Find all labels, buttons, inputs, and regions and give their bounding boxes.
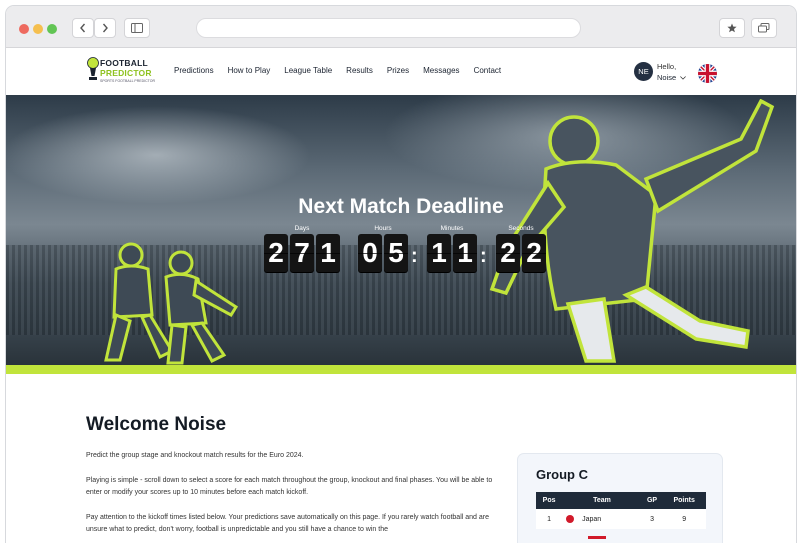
site-logo[interactable]: FOOTBALL PREDICTOR SPORTS FOOTBALL PREDI…	[86, 56, 156, 88]
nav-results[interactable]: Results	[346, 66, 373, 75]
countdown-seconds: Seconds 2 2	[493, 225, 549, 272]
browser-window: FOOTBALL PREDICTOR SPORTS FOOTBALL PREDI…	[6, 6, 796, 543]
japan-flag-icon	[566, 515, 575, 523]
minutes-digit: 1	[453, 234, 477, 272]
countdown-timer: Days 2 7 1 Hours 0 5 : Minutes 1 1: Sec…	[261, 225, 551, 277]
minutes-label: Minutes	[440, 225, 464, 232]
site-header: FOOTBALL PREDICTOR SPORTS FOOTBALL PREDI…	[6, 48, 796, 96]
maximize-window-button[interactable]	[47, 24, 57, 34]
user-menu[interactable]: NE Hello, Noise	[634, 60, 694, 84]
group-title: Group C	[536, 467, 588, 482]
group-table: Pos Team GP Points 1 Japan 3 9	[536, 492, 706, 529]
logo-line-2: PREDICTOR	[100, 68, 152, 78]
countdown-minutes: Minutes 1 1	[424, 225, 480, 272]
seconds-label: Seconds	[508, 225, 534, 232]
countdown-days: Days 2 7 1	[261, 225, 343, 272]
days-digit: 1	[316, 234, 340, 272]
days-label: Days	[294, 225, 310, 232]
countdown-separator: :	[411, 245, 418, 267]
minutes-digit: 1	[427, 234, 451, 272]
countdown-separator: :	[480, 245, 487, 267]
hero-banner: Next Match Deadline Days 2 7 1 Hours 0 5…	[6, 95, 796, 365]
nav-how-to-play[interactable]: How to Play	[228, 66, 271, 75]
nav-prizes[interactable]: Prizes	[387, 66, 409, 75]
user-greeting: Hello,	[657, 62, 677, 71]
col-points: Points	[662, 492, 706, 509]
col-pos: Pos	[536, 492, 563, 509]
hours-digit: 0	[358, 234, 382, 272]
sidebar-icon	[131, 23, 143, 33]
chevron-down-icon	[680, 76, 687, 80]
main-nav: Predictions How to Play League Table Res…	[174, 66, 515, 75]
chevron-right-icon	[102, 23, 108, 33]
close-window-button[interactable]	[19, 24, 29, 34]
row-team-name: Japan	[582, 515, 602, 523]
sidebar-toggle-button[interactable]	[124, 18, 150, 38]
browser-toolbar	[6, 6, 796, 48]
players-left-image	[104, 242, 239, 365]
intro-paragraph: Predict the group stage and knockout mat…	[86, 452, 304, 459]
next-team-flag-icon	[588, 536, 606, 539]
user-name-label: Noise	[657, 73, 677, 82]
countdown-hours: Hours 0 5	[355, 225, 411, 272]
tabs-icon	[758, 23, 770, 33]
row-gp: 3	[641, 509, 663, 529]
kickoff-paragraph: Pay attention to the kickoff times liste…	[86, 514, 489, 533]
minimize-window-button[interactable]	[33, 24, 43, 34]
rules-paragraph: Playing is simple - scroll down to selec…	[86, 477, 493, 496]
hero-accent-bar	[6, 365, 796, 374]
bookmark-button[interactable]	[719, 18, 745, 38]
logo-tagline: SPORTS FOOTBALL PREDICTOR	[100, 79, 155, 83]
row-points: 9	[662, 509, 706, 529]
table-row: 1 Japan 3 9	[536, 509, 706, 529]
main-content: Welcome Noise Predict the group stage an…	[6, 374, 796, 543]
days-digit: 7	[290, 234, 314, 272]
tabs-overview-button[interactable]	[751, 18, 777, 38]
welcome-heading: Welcome Noise	[86, 414, 227, 435]
nav-league-table[interactable]: League Table	[284, 66, 332, 75]
chevron-left-icon	[80, 23, 86, 33]
user-name: Noise	[657, 73, 687, 82]
trophy-icon	[87, 57, 99, 80]
avatar: NE	[634, 62, 653, 81]
seconds-digit: 2	[522, 234, 546, 272]
days-digit: 2	[264, 234, 288, 272]
nav-contact[interactable]: Contact	[474, 66, 502, 75]
hours-digit: 5	[384, 234, 408, 272]
deadline-title: Next Match Deadline	[298, 195, 504, 218]
row-team: Japan	[562, 509, 642, 529]
row-pos: 1	[536, 509, 563, 529]
seconds-digit: 2	[496, 234, 520, 272]
nav-predictions[interactable]: Predictions	[174, 66, 214, 75]
uk-flag-icon[interactable]	[698, 64, 717, 83]
logo-line-1: FOOTBALL	[100, 58, 148, 68]
address-bar[interactable]	[196, 18, 581, 38]
back-button[interactable]	[72, 18, 94, 38]
forward-button[interactable]	[94, 18, 116, 38]
nav-messages[interactable]: Messages	[423, 66, 459, 75]
table-header-row: Pos Team GP Points	[536, 492, 706, 509]
star-icon	[727, 23, 737, 33]
col-team: Team	[562, 492, 642, 509]
col-gp: GP	[641, 492, 663, 509]
hours-label: Hours	[374, 225, 392, 232]
group-standings-card: Group C Pos Team GP Points 1 Japan 3 9	[518, 454, 722, 543]
